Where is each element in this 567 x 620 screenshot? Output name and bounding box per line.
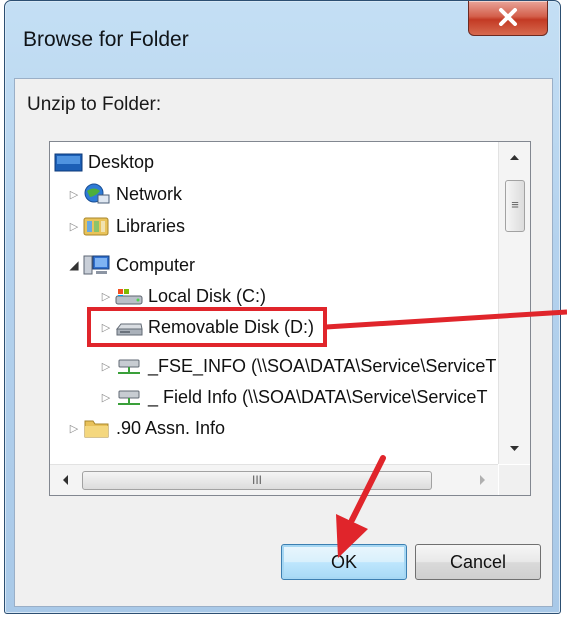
tree-item-label: .90 Assn. Info [116, 417, 226, 438]
annotation-highlight-box [87, 307, 327, 347]
vertical-scroll-thumb[interactable]: ≡ [505, 180, 525, 232]
tree-item-label: Computer [116, 254, 196, 275]
scroll-right-button[interactable] [468, 465, 498, 495]
folder-icon [82, 416, 112, 440]
tree-view: Desktop ▷ Network ▷ Libraries ◢ Computer… [50, 142, 498, 464]
close-button[interactable] [468, 1, 548, 36]
libraries-icon [82, 214, 112, 238]
network-icon [82, 182, 112, 206]
arrow-left-icon [63, 475, 68, 485]
cancel-button[interactable]: Cancel [415, 544, 541, 580]
collapse-arrow-icon[interactable]: ◢ [66, 258, 82, 272]
horizontal-scroll-thumb[interactable]: III [82, 471, 432, 490]
scroll-down-button[interactable] [499, 434, 530, 464]
local-disk-icon [114, 284, 144, 308]
tree-item-network[interactable]: ▷ Network [66, 180, 182, 208]
horizontal-grip-icon: III [251, 473, 262, 487]
ok-button[interactable]: OK [281, 544, 407, 580]
tree-item-label: _ Field Info (\\SOA\DATA\Service\Service… [148, 386, 488, 407]
desktop-icon [54, 150, 84, 174]
tree-item-field-info[interactable]: ▷ _ Field Info (\\SOA\DATA\Service\Servi… [98, 383, 488, 411]
tree-item-label: _FSE_INFO (\\SOA\DATA\Service\ServiceT [148, 355, 497, 376]
dialog-title: Browse for Folder [23, 28, 189, 51]
arrow-up-icon [510, 155, 519, 160]
expand-arrow-icon[interactable]: ▷ [66, 422, 82, 435]
tree-item-computer[interactable]: ◢ Computer [66, 251, 195, 279]
tree-item-desktop[interactable]: Desktop [54, 148, 154, 176]
expand-arrow-icon[interactable]: ▷ [66, 188, 82, 201]
tree-item-label: Desktop [88, 151, 155, 172]
arrow-down-icon [510, 446, 519, 451]
arrow-right-icon [480, 475, 485, 485]
expand-arrow-icon[interactable]: ▷ [66, 220, 82, 233]
network-drive-icon [114, 354, 144, 378]
tree-item-libraries[interactable]: ▷ Libraries [66, 212, 185, 240]
expand-arrow-icon[interactable]: ▷ [98, 290, 114, 303]
tree-item-label: Libraries [116, 215, 186, 236]
expand-arrow-icon[interactable]: ▷ [98, 391, 114, 404]
browse-for-folder-dialog: Browse for Folder Unzip to Folder: Deskt… [4, 0, 561, 614]
scroll-left-button[interactable] [50, 465, 80, 495]
scroll-up-button[interactable] [499, 142, 530, 172]
expand-arrow-icon[interactable]: ▷ [98, 360, 114, 373]
tree-item-fse-info[interactable]: ▷ _FSE_INFO (\\SOA\DATA\Service\ServiceT [98, 352, 497, 380]
vertical-scrollbar[interactable]: ≡ [498, 142, 530, 464]
vertical-grip-icon: ≡ [511, 197, 519, 212]
network-drive-icon [114, 385, 144, 409]
horizontal-scrollbar[interactable]: III [50, 464, 498, 495]
tree-item-label: Local Disk (C:) [148, 285, 267, 306]
tree-item-local-disk-c[interactable]: ▷ Local Disk (C:) [98, 282, 266, 310]
tree-item-90-assn-info[interactable]: ▷ .90 Assn. Info [66, 414, 225, 442]
title-bar[interactable]: Browse for Folder [5, 1, 560, 79]
close-icon [499, 8, 517, 26]
scrollbar-corner [499, 465, 530, 495]
instruction-label: Unzip to Folder: [27, 94, 162, 115]
computer-icon [82, 253, 112, 277]
tree-item-label: Network [116, 183, 183, 204]
